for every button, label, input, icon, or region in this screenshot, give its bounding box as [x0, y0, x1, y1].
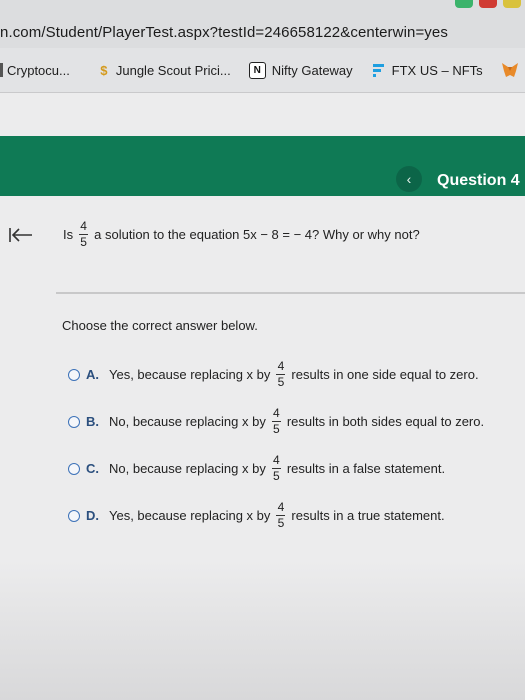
- bookmark-cryptocu[interactable]: Cryptocu...: [0, 63, 70, 78]
- bottom-shadow: [0, 560, 525, 700]
- bookmark-nifty-gateway[interactable]: N Nifty Gateway: [248, 61, 353, 79]
- fraction-numerator: 4: [277, 500, 285, 514]
- radio-button[interactable]: [68, 462, 80, 475]
- option-letter: A.: [86, 367, 99, 382]
- option-c[interactable]: C. No, because replacing x by 4 5 result…: [68, 454, 445, 483]
- pinned-tabs: [455, 0, 521, 8]
- fraction-denominator: 5: [80, 235, 87, 249]
- option-letter: D.: [86, 508, 99, 523]
- ftx-logo-icon: [371, 63, 386, 78]
- option-letter: C.: [86, 461, 99, 476]
- option-text-pre: Yes, because replacing x by: [109, 508, 271, 523]
- bar-icon: [0, 63, 3, 77]
- question-number: Question 4: [437, 172, 520, 189]
- fraction-numerator: 4: [272, 406, 280, 420]
- fraction-numerator: 4: [272, 453, 280, 467]
- bookmark-jungle-scout[interactable]: $ Jungle Scout Prici...: [98, 63, 231, 78]
- n-logo-icon: N: [248, 61, 266, 79]
- option-letter: B.: [86, 414, 99, 429]
- fraction-denominator: 5: [272, 469, 280, 483]
- bookmark-label: Cryptocu...: [7, 62, 70, 78]
- option-fraction: 4 5: [276, 359, 286, 389]
- option-text-post: results in both sides equal to zero.: [286, 414, 485, 429]
- pinned-tab-red[interactable]: [479, 0, 497, 8]
- fraction-denominator: 5: [277, 375, 285, 389]
- address-bar[interactable]: n.com/Student/PlayerTest.aspx?testId=246…: [0, 0, 525, 48]
- answer-prompt: Choose the correct answer below.: [62, 318, 258, 333]
- question-prefix: Is: [63, 227, 74, 242]
- question-fraction: 4 5: [79, 219, 89, 249]
- bookmarks-bar: Cryptocu... $ Jungle Scout Prici... N Ni…: [0, 48, 525, 93]
- option-a[interactable]: A. Yes, because replacing x by 4 5 resul…: [68, 360, 479, 389]
- fraction-denominator: 5: [277, 516, 285, 530]
- collapse-arrow-icon[interactable]: [8, 226, 34, 244]
- pinned-tab-green[interactable]: [455, 0, 473, 8]
- previous-question-button[interactable]: ‹: [396, 166, 422, 192]
- option-b[interactable]: B. No, because replacing x by 4 5 result…: [68, 407, 484, 436]
- option-text-post: results in a false statement.: [286, 461, 446, 476]
- option-fraction: 4 5: [276, 500, 286, 530]
- fox-icon: [501, 62, 519, 78]
- fraction-numerator: 4: [80, 219, 87, 233]
- dollar-icon: $: [100, 62, 108, 78]
- bookmark-label: Nifty Gateway: [271, 62, 353, 78]
- radio-button[interactable]: [68, 368, 80, 381]
- option-text-pre: No, because replacing x by: [109, 461, 266, 476]
- bookmark-metamask[interactable]: [501, 62, 525, 78]
- bookmark-ftx-us[interactable]: FTX US – NFTs: [371, 63, 483, 78]
- fraction-numerator: 4: [277, 359, 285, 373]
- option-text-pre: No, because replacing x by: [109, 414, 266, 429]
- option-text-post: results in a true statement.: [291, 508, 445, 523]
- option-text-post: results in one side equal to zero.: [291, 367, 479, 382]
- bookmark-label: FTX US – NFTs: [391, 62, 483, 78]
- question-suffix: a solution to the equation 5x − 8 = − 4?…: [94, 227, 420, 242]
- option-fraction: 4 5: [271, 453, 281, 483]
- pinned-tab-yellow[interactable]: [503, 0, 521, 8]
- radio-button[interactable]: [68, 415, 80, 428]
- question-text: Is 4 5 a solution to the equation 5x − 8…: [63, 220, 420, 249]
- radio-button[interactable]: [68, 509, 80, 522]
- divider: [56, 292, 525, 294]
- url-text[interactable]: n.com/Student/PlayerTest.aspx?testId=246…: [0, 24, 448, 41]
- fraction-denominator: 5: [272, 422, 280, 436]
- option-text-pre: Yes, because replacing x by: [109, 367, 271, 382]
- option-fraction: 4 5: [271, 406, 281, 436]
- bookmark-label: Jungle Scout Prici...: [115, 62, 231, 78]
- option-d[interactable]: D. Yes, because replacing x by 4 5 resul…: [68, 501, 445, 530]
